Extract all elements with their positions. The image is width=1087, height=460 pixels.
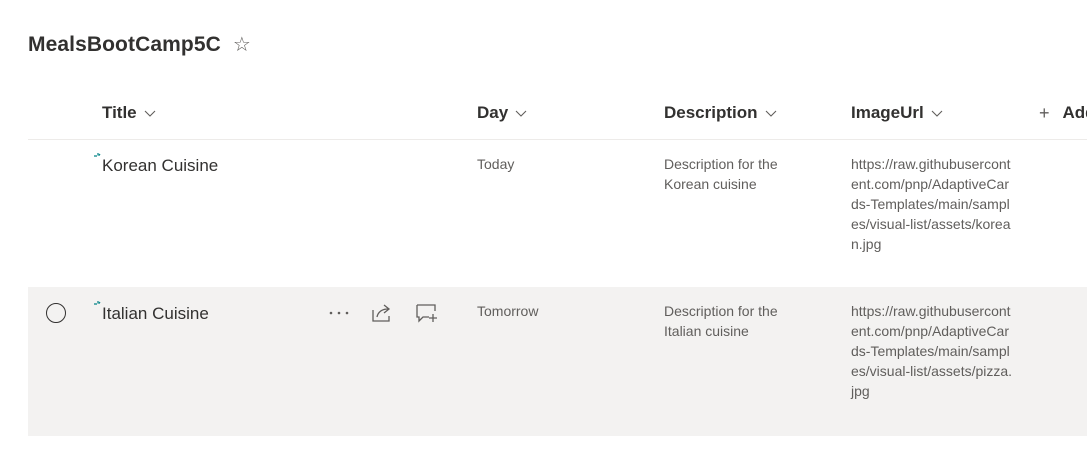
add-column-label: Add <box>1062 103 1087 122</box>
column-header-imageurl-label: ImageUrl <box>851 103 924 122</box>
row-select-checkbox[interactable] <box>46 303 66 323</box>
list-header: MealsBootCamp5C ☆ <box>28 28 251 62</box>
chevron-down-icon <box>765 107 777 119</box>
list-row[interactable]: Italian Cuisine Tomorrow Description for… <box>28 287 1087 436</box>
column-header-description[interactable]: Description <box>664 101 777 125</box>
more-icon[interactable] <box>326 301 352 325</box>
imageurl-cell: https://raw.githubusercontent.com/pnp/Ad… <box>851 156 1011 252</box>
column-header-description-label: Description <box>664 103 758 122</box>
column-header-imageurl[interactable]: ImageUrl <box>851 101 943 125</box>
chevron-down-icon <box>144 107 156 119</box>
star-icon[interactable]: ☆ <box>233 35 251 55</box>
list-title: MealsBootCamp5C <box>28 33 221 56</box>
share-icon[interactable] <box>369 301 395 325</box>
column-header-day[interactable]: Day <box>477 101 527 125</box>
day-cell: Tomorrow <box>477 303 539 319</box>
add-column-button[interactable]: + Add <box>1039 101 1087 125</box>
chevron-down-icon <box>931 107 943 119</box>
list-row[interactable]: Korean Cuisine Today Description for the… <box>28 140 1087 287</box>
description-cell: Description for the Italian cuisine <box>664 303 778 339</box>
comment-icon[interactable] <box>414 301 440 325</box>
column-header-title[interactable]: Title <box>102 101 156 125</box>
chevron-down-icon <box>515 107 527 119</box>
item-title-link[interactable]: Korean Cuisine <box>102 156 218 176</box>
day-cell: Today <box>477 156 515 172</box>
description-cell: Description for the Korean cuisine <box>664 156 778 192</box>
column-header-title-label: Title <box>102 103 137 122</box>
item-title-link[interactable]: Italian Cuisine <box>102 304 209 324</box>
plus-icon: + <box>1039 102 1050 123</box>
imageurl-cell: https://raw.githubusercontent.com/pnp/Ad… <box>851 303 1013 399</box>
column-header-row: Title Day Description ImageUrl + Add <box>28 88 1087 140</box>
column-header-day-label: Day <box>477 103 509 122</box>
